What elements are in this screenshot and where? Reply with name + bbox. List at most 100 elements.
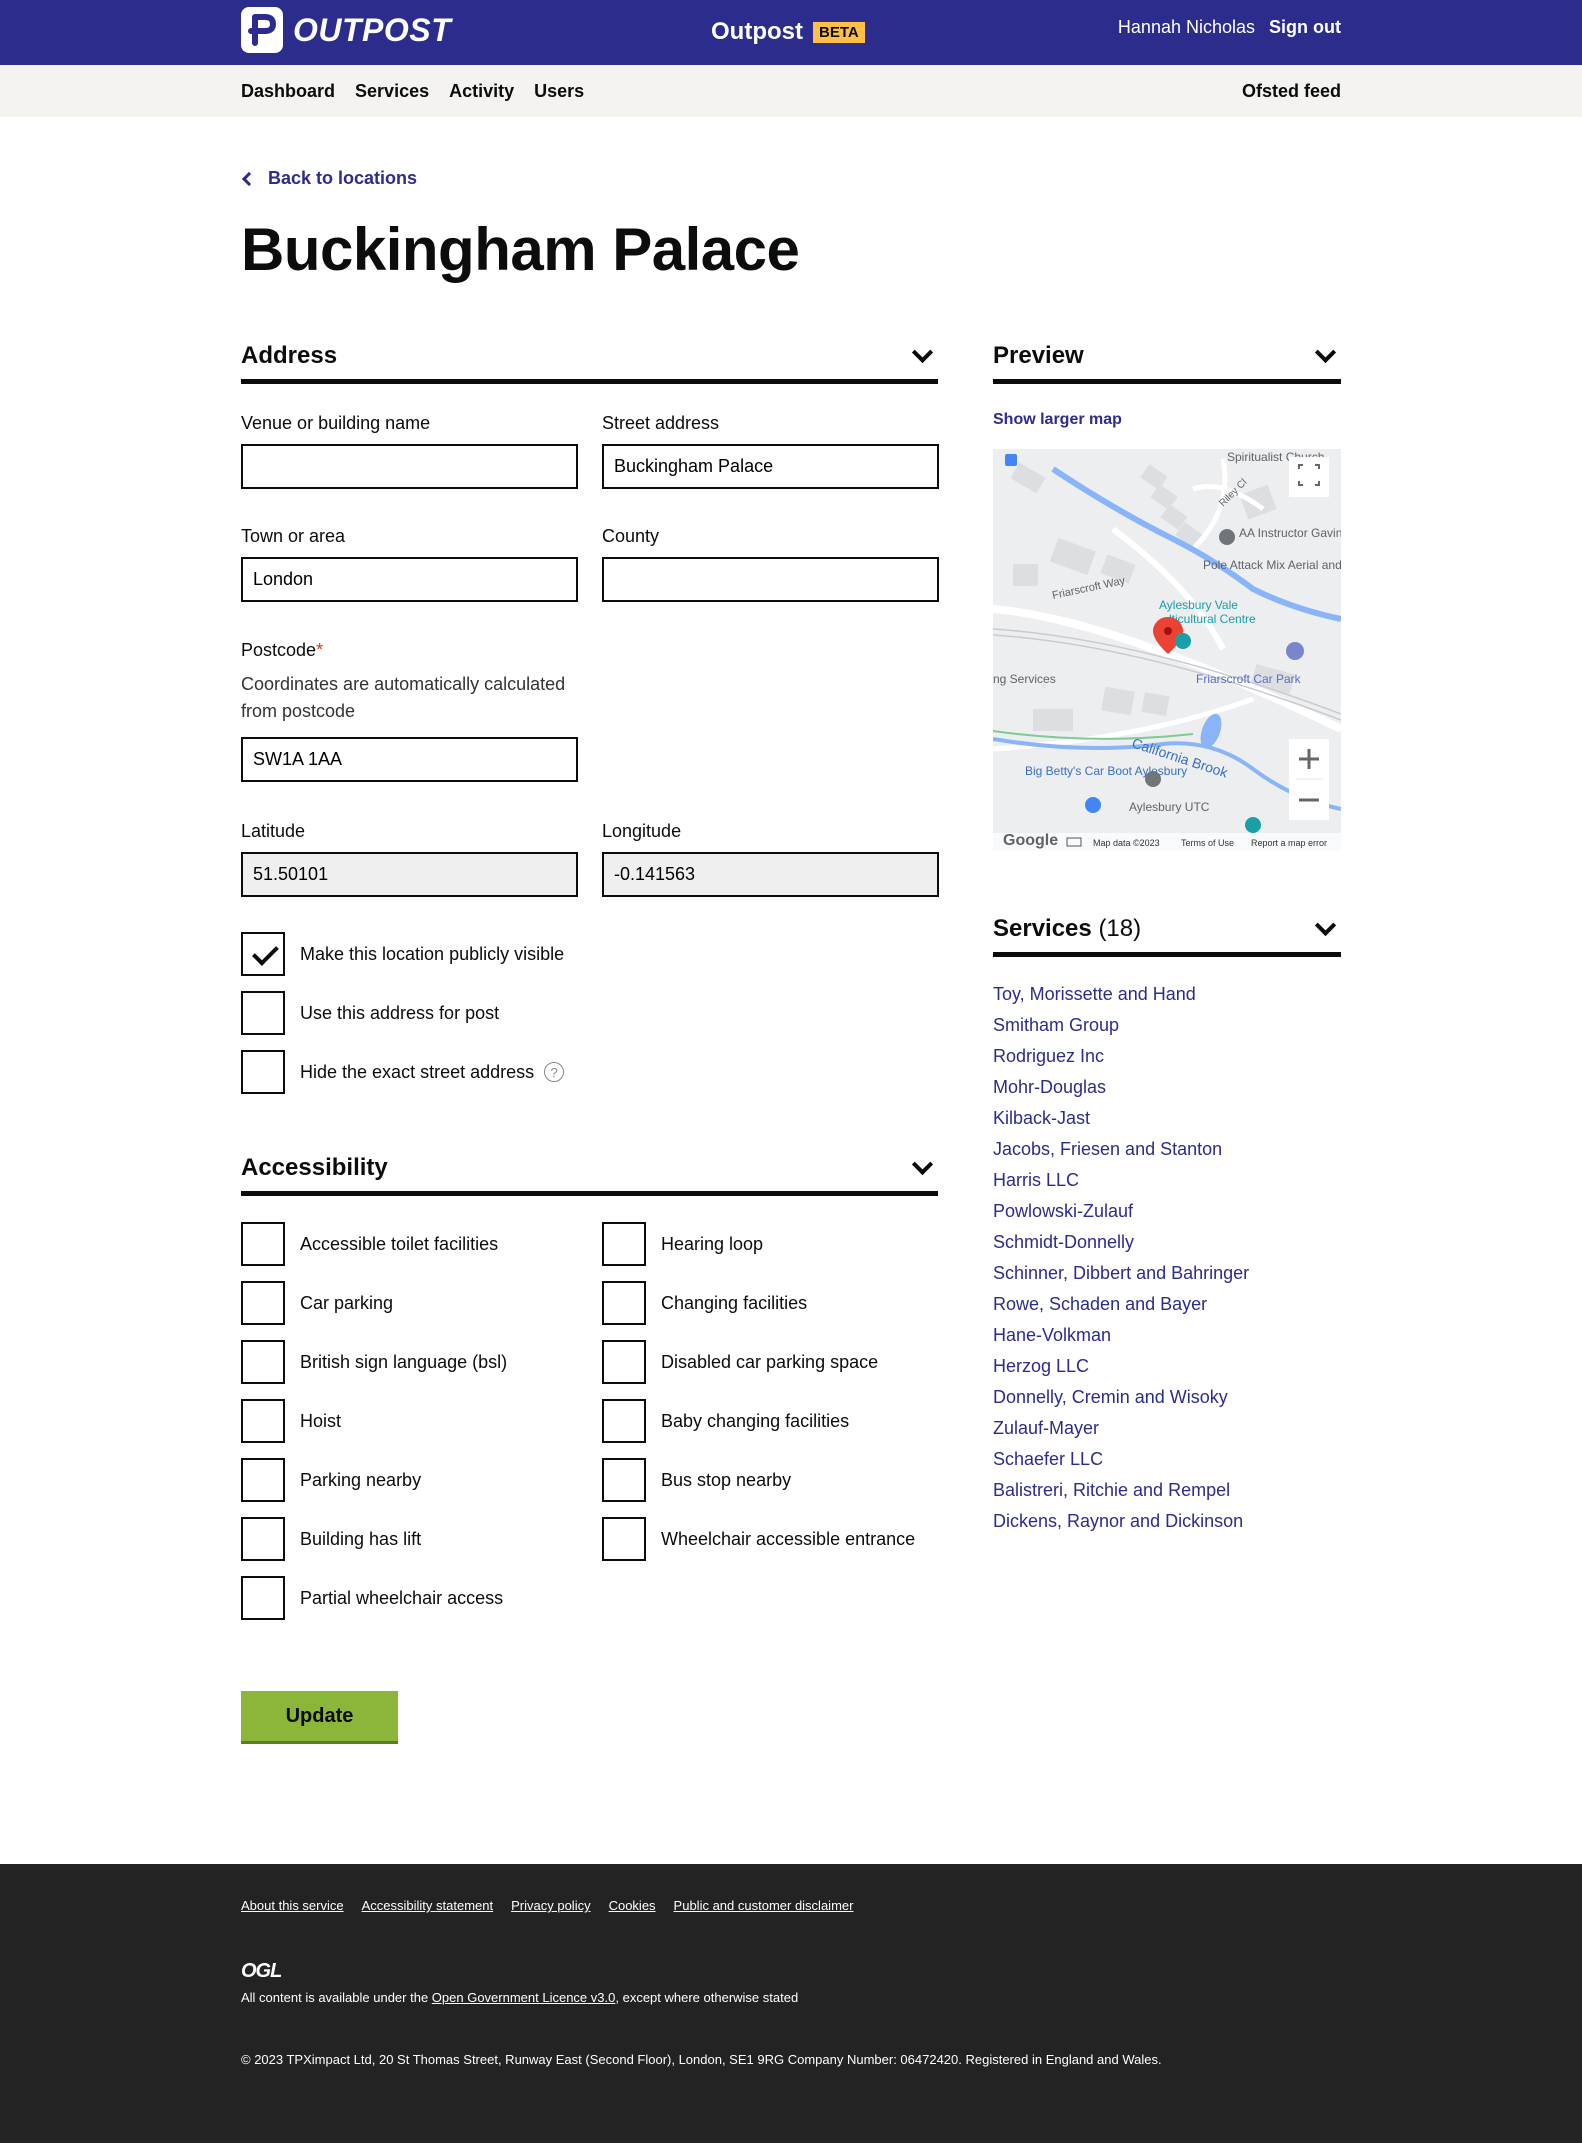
accessibility-checkbox[interactable]: Baby changing facilities (602, 1399, 849, 1443)
chevron-down-icon (1314, 914, 1337, 936)
help-icon[interactable]: ? (544, 1062, 565, 1082)
checkbox[interactable] (602, 1458, 646, 1502)
show-larger-map-link[interactable]: Show larger map (993, 411, 1122, 429)
accessibility-checkbox[interactable]: Hearing loop (602, 1222, 763, 1266)
community-pin-icon-2 (1245, 817, 1261, 833)
outpost-logo[interactable]: OUTPOST (241, 7, 451, 53)
accessibility-checkbox[interactable]: Bus stop nearby (602, 1458, 791, 1502)
accessibility-checkbox[interactable]: Parking nearby (241, 1458, 421, 1502)
accessibility-checkbox[interactable]: Building has lift (241, 1517, 421, 1561)
checkbox[interactable] (241, 1458, 285, 1502)
footer-links: About this service Accessibility statemen… (241, 1898, 853, 1913)
sub-navigation: Dashboard Services Activity Users Ofsted… (0, 65, 1582, 117)
service-link[interactable]: Mohr-Douglas (993, 1074, 1249, 1105)
nav-ofsted-feed[interactable]: Ofsted feed (1242, 81, 1341, 102)
accessibility-checkbox[interactable]: Accessible toilet facilities (241, 1222, 498, 1266)
service-link[interactable]: Rodriguez Inc (993, 1043, 1249, 1074)
checkbox[interactable] (241, 1281, 285, 1325)
accessibility-checkbox[interactable]: Wheelchair accessible entrance (602, 1517, 915, 1561)
longitude-field: Longitude (602, 821, 939, 897)
footer-link[interactable]: Cookies (609, 1898, 656, 1913)
logo-text: OUTPOST (293, 11, 452, 48)
service-link[interactable]: Dickens, Raynor and Dickinson (993, 1508, 1249, 1539)
checkbox[interactable] (602, 1517, 646, 1561)
nav-users[interactable]: Users (534, 81, 584, 102)
accessibility-checkbox[interactable]: Disabled car parking space (602, 1340, 878, 1384)
checkbox-label: Wheelchair accessible entrance (661, 1528, 916, 1549)
postcode-input[interactable] (241, 737, 578, 782)
service-link[interactable]: Schmidt-Donnelly (993, 1229, 1249, 1260)
service-link[interactable]: Balistreri, Ritchie and Rempel (993, 1477, 1249, 1508)
service-link[interactable]: Jacobs, Friesen and Stanton (993, 1136, 1249, 1167)
checkbox[interactable] (241, 1517, 285, 1561)
checkbox[interactable] (602, 1281, 646, 1325)
checkbox[interactable] (602, 1399, 646, 1443)
service-link[interactable]: Schinner, Dibbert and Bahringer (993, 1260, 1249, 1291)
service-link[interactable]: Rowe, Schaden and Bayer (993, 1291, 1249, 1322)
service-link[interactable]: Herzog LLC (993, 1353, 1249, 1384)
checkbox-label: Hoist (300, 1410, 342, 1431)
nav-dashboard[interactable]: Dashboard (241, 81, 335, 102)
checkbox[interactable] (241, 991, 285, 1035)
publicly-visible-checkbox[interactable]: Make this location publicly visible (241, 932, 564, 976)
service-link[interactable]: Toy, Morissette and Hand (993, 981, 1249, 1012)
nav-services[interactable]: Services (355, 81, 429, 102)
checkbox-label: Disabled car parking space (661, 1351, 879, 1372)
checkbox[interactable] (241, 1222, 285, 1266)
footer-link[interactable]: Privacy policy (511, 1898, 590, 1913)
service-link[interactable]: Donnelly, Cremin and Wisoky (993, 1384, 1249, 1415)
checkbox-checked[interactable] (241, 932, 285, 976)
services-section-header[interactable]: Services (18) (993, 906, 1341, 957)
checkbox[interactable] (241, 1576, 285, 1620)
footer-link[interactable]: Accessibility statement (362, 1898, 494, 1913)
preview-section-header[interactable]: Preview (993, 333, 1341, 384)
town-input[interactable] (241, 557, 578, 602)
county-input[interactable] (602, 557, 939, 602)
venue-input[interactable] (241, 444, 578, 489)
accessibility-section-header[interactable]: Accessibility (241, 1145, 938, 1196)
services-list: Toy, Morissette and Hand Smitham Group Rod… (993, 981, 1249, 1539)
checkbox-label: British sign language (bsl) (300, 1351, 508, 1372)
service-link[interactable]: Harris LLC (993, 1167, 1249, 1198)
report-error-link[interactable]: Report a map error (1251, 838, 1327, 848)
terms-link[interactable]: Terms of Use (1181, 838, 1234, 848)
service-link[interactable]: Schaefer LLC (993, 1446, 1249, 1477)
street-input[interactable] (602, 444, 939, 489)
accessibility-checkbox[interactable]: Car parking (241, 1281, 393, 1325)
accessibility-checkbox[interactable]: Partial wheelchair access (241, 1576, 503, 1620)
use-for-post-checkbox[interactable]: Use this address for post (241, 991, 499, 1035)
licence-pre: All content is available under the (241, 1990, 432, 2005)
poi-pin-icon (1219, 529, 1235, 545)
licence-link[interactable]: Open Government Licence v3.0 (432, 1990, 616, 2005)
service-link[interactable]: Powlowski-Zulauf (993, 1198, 1249, 1229)
checkbox[interactable] (602, 1340, 646, 1384)
update-button[interactable]: Update (241, 1691, 398, 1741)
hide-street-address-checkbox[interactable]: Hide the exact street address ? (241, 1050, 565, 1094)
location-map[interactable]: Spiritualist Church Riley Cl AA Instruct… (993, 449, 1341, 851)
checkbox[interactable] (602, 1222, 646, 1266)
checkbox[interactable] (241, 1050, 285, 1094)
user-name[interactable]: Hannah Nicholas (1118, 17, 1255, 38)
service-link[interactable]: Zulauf-Mayer (993, 1415, 1249, 1446)
service-link[interactable]: Kilback-Jast (993, 1105, 1249, 1136)
map-label-aylesbury-vale: Aylesbury Vale (1159, 598, 1238, 612)
service-link[interactable]: Hane-Volkman (993, 1322, 1249, 1353)
back-to-locations-link[interactable]: Back to locations (241, 168, 417, 189)
venue-label: Venue or building name (241, 413, 431, 433)
accessibility-checkbox[interactable]: British sign language (bsl) (241, 1340, 507, 1384)
service-link[interactable]: Smitham Group (993, 1012, 1249, 1043)
accessibility-checkbox[interactable]: Changing facilities (602, 1281, 807, 1325)
accessibility-checkbox[interactable]: Hoist (241, 1399, 341, 1443)
street-field: Street address (602, 413, 939, 489)
address-section-header[interactable]: Address (241, 333, 938, 384)
fullscreen-button[interactable] (1289, 457, 1329, 497)
town-field: Town or area (241, 526, 578, 602)
checkbox[interactable] (241, 1399, 285, 1443)
back-link-label: Back to locations (268, 168, 418, 188)
footer-link[interactable]: About this service (241, 1898, 344, 1913)
sign-out-link[interactable]: Sign out (1269, 17, 1341, 38)
checkbox[interactable] (241, 1340, 285, 1384)
map-label-services: ng Services (993, 672, 1056, 686)
footer-link[interactable]: Public and customer disclaimer (674, 1898, 854, 1913)
nav-activity[interactable]: Activity (449, 81, 514, 102)
